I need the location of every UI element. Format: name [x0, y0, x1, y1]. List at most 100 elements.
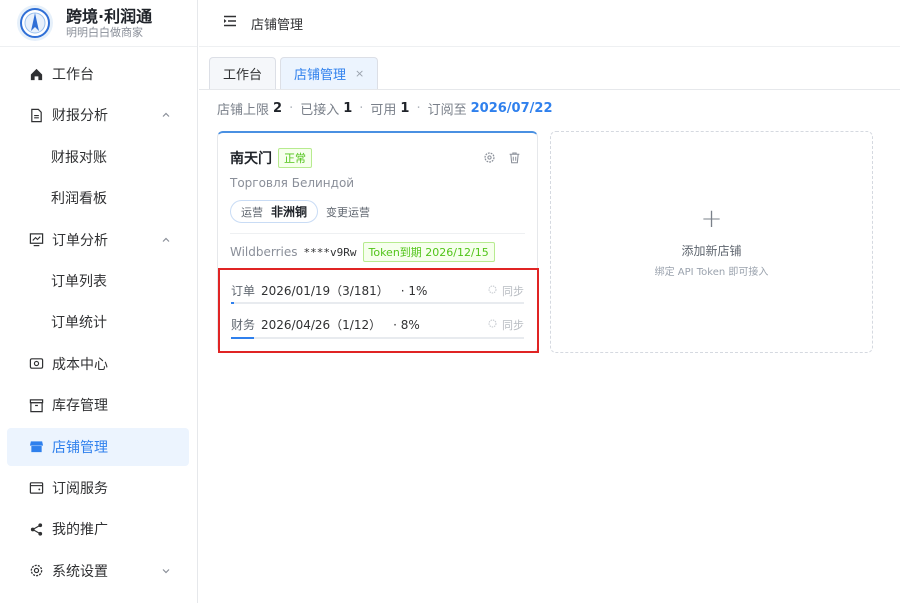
sync-label: 订单	[231, 284, 256, 298]
sidebar-item-dashboard[interactable]: 工作台	[7, 55, 189, 93]
token-row: Wildberries ****v9Rw Token到期 2026/12/15	[230, 242, 495, 262]
sync-percent: · 8%	[393, 317, 420, 332]
tab-label: 店铺管理	[294, 68, 347, 83]
sidebar-item-label: 店铺管理	[52, 439, 108, 456]
sidebar-item-label: 利润看板	[51, 191, 107, 208]
sidebar-item-promotion[interactable]: 我的推广	[7, 510, 189, 548]
sync-button-label: 同步	[502, 284, 524, 298]
sync-icon	[487, 318, 502, 332]
gear-icon	[28, 563, 44, 579]
separator: ·	[416, 101, 421, 116]
add-store-hint: 绑定 API Token 即可接入	[654, 267, 769, 278]
store-icon	[28, 439, 44, 455]
sync-icon	[487, 284, 502, 298]
separator: ·	[359, 101, 364, 116]
brand: 跨境·利润通 明明白白做商家	[0, 0, 197, 47]
store-limit-label: 店铺上限	[217, 103, 270, 118]
divider	[230, 233, 525, 234]
sidebar-item-label: 我的推广	[52, 522, 108, 539]
sidebar-menu: 工作台 财报分析 财报对账 利润看板 订单分析 订单列表 订单统计 成本中心 库…	[0, 47, 197, 590]
connected-label: 已接入	[300, 103, 340, 118]
chevron-up-icon	[161, 233, 171, 249]
app-subtitle: 明明白白做商家	[66, 25, 143, 39]
top-bar: 店铺管理	[199, 0, 900, 47]
sidebar-item-financial-reconciliation[interactable]: 财报对账	[7, 138, 189, 176]
sync-progress-orders	[231, 302, 524, 304]
sidebar-item-label: 订单统计	[51, 315, 107, 332]
sidebar-item-label: 库存管理	[52, 398, 108, 415]
tab-label: 工作台	[223, 68, 263, 83]
token-mask: ****v9Rw	[303, 245, 357, 259]
sync-status-panel: 订单 2026/01/19（3/181） · 1% 同步 财务 2026/04/…	[218, 268, 539, 353]
document-icon	[28, 107, 44, 123]
available-value: 1	[400, 101, 410, 116]
subscription-expire-date: 2026/07/22	[470, 101, 553, 116]
plus-icon: +	[700, 204, 723, 234]
sidebar-item-store-management[interactable]: 店铺管理	[7, 427, 189, 466]
tab-dashboard[interactable]: 工作台	[209, 57, 277, 89]
close-icon[interactable]: ×	[355, 67, 364, 80]
sync-percent: · 1%	[400, 283, 428, 298]
sidebar-item-order-analysis[interactable]: 订单分析	[7, 221, 189, 259]
delete-icon[interactable]	[508, 151, 521, 168]
sidebar-item-label: 成本中心	[52, 356, 108, 373]
sidebar-item-label: 工作台	[52, 67, 94, 83]
sidebar-item-label: 财报分析	[52, 108, 108, 125]
sync-button[interactable]: 同步	[487, 317, 524, 333]
add-store-card[interactable]: + 添加新店铺 绑定 API Token 即可接入	[550, 131, 873, 353]
menu-toggle-icon[interactable]	[223, 15, 237, 31]
connected-value: 1	[343, 101, 353, 116]
sidebar-item-order-stats[interactable]: 订单统计	[7, 303, 189, 341]
sidebar-item-label: 订阅服务	[52, 480, 108, 497]
sync-row-orders: 订单 2026/01/19（3/181） · 1% 同步	[231, 282, 524, 299]
home-icon	[28, 66, 44, 82]
progress-fill	[231, 302, 234, 304]
operator-pill: 运营 非洲铜	[230, 200, 319, 223]
operator-name: 非洲铜	[271, 205, 308, 219]
sidebar-item-order-list[interactable]: 订单列表	[7, 262, 189, 300]
store-legal-name: Торговля Белиндой	[230, 176, 355, 190]
sync-date: 2026/01/19（3/181）	[261, 284, 389, 298]
change-operator-link[interactable]: 变更运营	[326, 204, 370, 220]
sync-button[interactable]: 同步	[487, 283, 524, 299]
chevron-up-icon	[161, 108, 171, 124]
chevron-down-icon	[161, 564, 171, 580]
sync-progress-finance	[231, 337, 524, 339]
progress-fill	[231, 337, 255, 339]
sidebar-item-label: 财报对账	[51, 149, 107, 166]
sidebar-item-label: 系统设置	[52, 563, 108, 580]
store-name: 南天门	[230, 151, 272, 167]
sidebar: 跨境·利润通 明明白白做商家 工作台 财报分析 财报对账 利润看板 订单分析 订…	[0, 0, 198, 603]
sync-row-finance: 财务 2026/04/26（1/12） · 8% 同步	[231, 316, 524, 333]
tab-bar: 工作台 店铺管理 ×	[199, 47, 900, 90]
page-title: 店铺管理	[251, 17, 304, 33]
box-icon	[28, 397, 44, 413]
tab-store-management[interactable]: 店铺管理 ×	[280, 57, 379, 89]
token-expire-badge: Token到期 2026/12/15	[362, 242, 495, 262]
sync-label: 财务	[231, 318, 256, 332]
store-summary: 店铺上限 2 · 已接入 1 · 可用 1 · 订阅至 2026/07/22	[217, 99, 552, 118]
settings-icon[interactable]	[483, 151, 496, 168]
chart-icon	[28, 232, 44, 248]
sidebar-item-subscription[interactable]: 订阅服务	[7, 469, 189, 507]
sync-date: 2026/04/26（1/12）	[261, 318, 382, 332]
sidebar-item-cost-center[interactable]: 成本中心	[7, 345, 189, 383]
sidebar-item-inventory[interactable]: 库存管理	[7, 386, 189, 424]
available-label: 可用	[370, 103, 397, 118]
status-badge: 正常	[278, 148, 312, 168]
platform-name: Wildberries	[230, 245, 298, 259]
store-limit-value: 2	[273, 101, 283, 116]
subscription-expire-label: 订阅至	[427, 103, 467, 118]
money-icon	[28, 356, 44, 372]
app-logo-icon	[17, 5, 53, 41]
wallet-icon	[28, 480, 44, 496]
sidebar-item-label: 订单列表	[51, 273, 107, 290]
sidebar-item-system-settings[interactable]: 系统设置	[7, 552, 189, 590]
app-title: 跨境·利润通	[66, 6, 153, 26]
separator: ·	[289, 101, 294, 116]
sidebar-item-profit-board[interactable]: 利润看板	[7, 179, 189, 217]
sidebar-item-financial-analysis[interactable]: 财报分析	[7, 96, 189, 134]
sidebar-item-label: 订单分析	[52, 232, 108, 249]
share-icon	[28, 521, 44, 537]
operator-label: 运营	[241, 205, 263, 219]
